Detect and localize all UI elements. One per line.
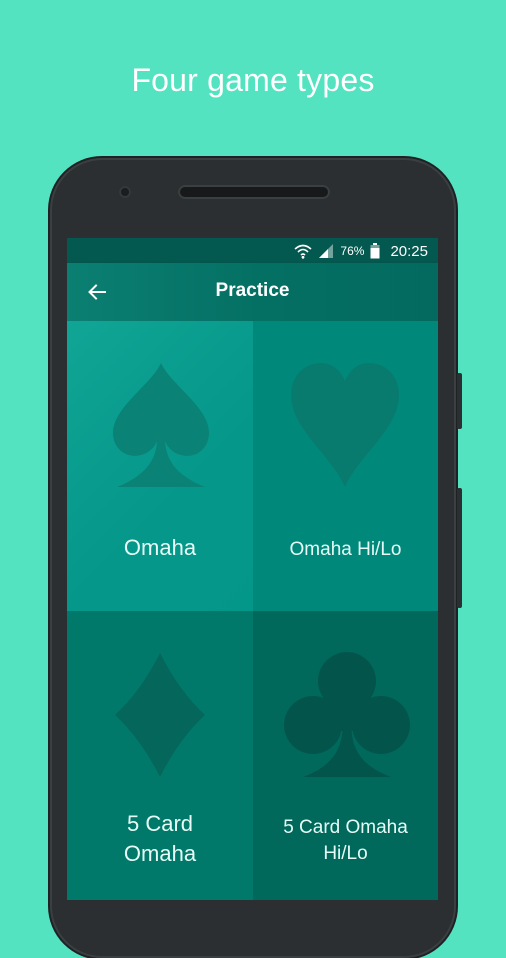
status-bar: 76% 20:25	[67, 238, 438, 263]
status-time: 20:25	[390, 242, 428, 260]
game-label-omaha-hilo: Omaha Hi/Lo	[289, 539, 402, 560]
game-type-grid: Omaha Omaha Hi/Lo 5 Card Omaha 5 Card Om…	[67, 321, 438, 900]
front-camera	[119, 186, 131, 198]
page-title: Practice	[215, 280, 290, 301]
earpiece-speaker	[178, 185, 330, 199]
game-label-line-2: Hi/Lo	[323, 842, 368, 864]
diamond-icon	[115, 653, 205, 777]
phone-screen: 76% 20:25 Practice Omaha Omaha Hi/Lo 5 C…	[67, 238, 438, 900]
game-label-line-2: Omaha	[123, 840, 197, 866]
game-tile-5-card-omaha-hilo[interactable]: 5 Card Omaha Hi/Lo	[253, 611, 438, 900]
app-bar: Practice	[67, 263, 438, 321]
club-icon	[284, 652, 410, 777]
battery-percent: 76%	[340, 244, 365, 258]
status-indicators: 76% 20:25	[294, 240, 428, 262]
promo-headline: Four game types	[131, 62, 375, 98]
phone-side-button	[457, 373, 462, 429]
game-tile-5-card-omaha[interactable]: 5 Card Omaha	[67, 611, 253, 900]
cell-signal-icon	[319, 244, 334, 258]
game-label-5-card-omaha: 5 Card Omaha	[67, 809, 253, 868]
spade-icon	[113, 363, 209, 487]
battery-icon	[370, 243, 380, 259]
phone-volume-button	[457, 488, 462, 608]
game-label-5-card-omaha-hilo: 5 Card Omaha Hi/Lo	[253, 815, 438, 866]
game-label-omaha: Omaha	[123, 535, 197, 560]
wifi-icon	[294, 244, 312, 259]
heart-icon	[291, 363, 399, 487]
game-label-line-1: 5 Card Omaha	[283, 817, 408, 838]
game-tile-omaha-hilo[interactable]: Omaha Hi/Lo	[253, 321, 438, 611]
game-tile-omaha[interactable]: Omaha	[67, 321, 253, 611]
game-label-line-1: 5 Card	[126, 811, 194, 836]
